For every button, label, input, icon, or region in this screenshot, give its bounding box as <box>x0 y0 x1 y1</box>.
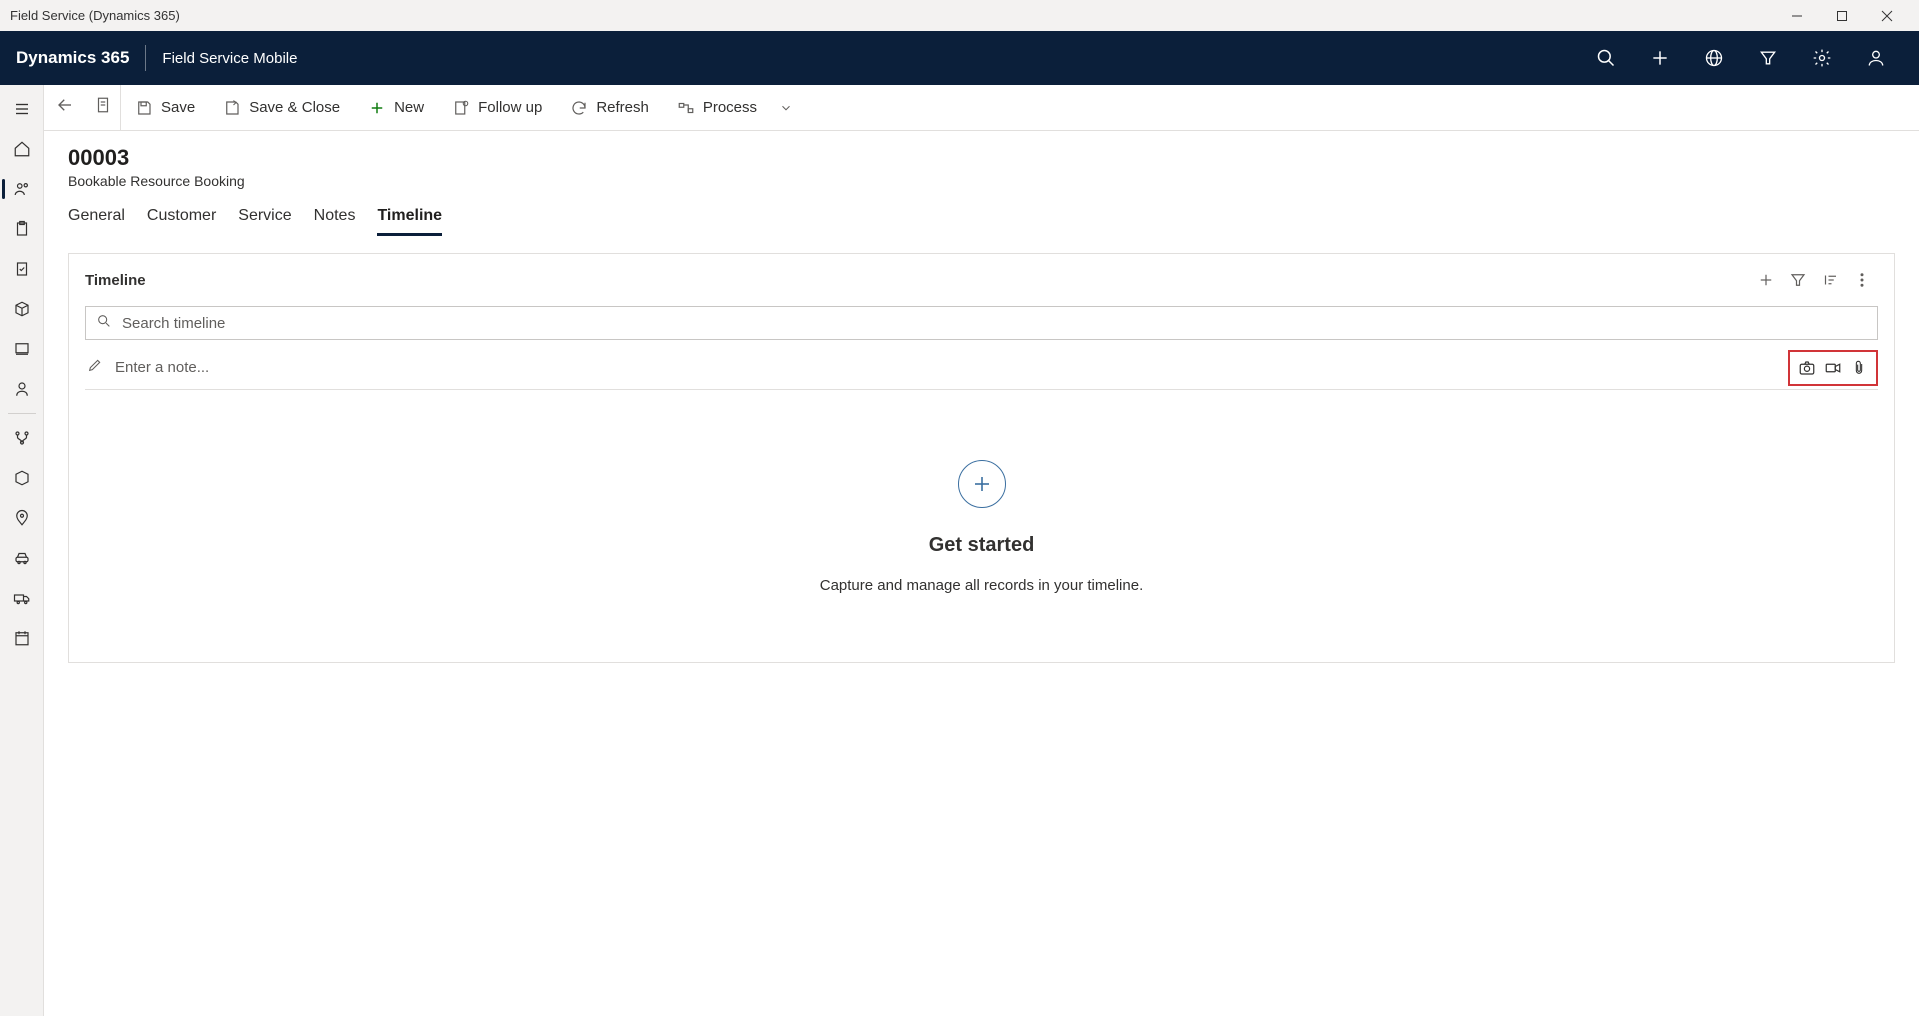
new-button[interactable]: New <box>354 85 438 130</box>
window-titlebar: Field Service (Dynamics 365) <box>0 0 1919 31</box>
filter-icon[interactable] <box>1741 31 1795 85</box>
main: Save Save & Close New Follow up Refresh … <box>0 85 1919 1016</box>
save-button[interactable]: Save <box>121 85 209 130</box>
add-circle-button[interactable] <box>958 460 1006 508</box>
clipboard-icon[interactable] <box>0 209 44 249</box>
new-label: New <box>394 99 424 116</box>
refresh-button[interactable]: Refresh <box>556 85 663 130</box>
branch-icon[interactable] <box>0 418 44 458</box>
camera-icon[interactable] <box>1796 357 1818 379</box>
more-commands[interactable] <box>771 85 801 130</box>
clipboard-check-icon[interactable] <box>0 249 44 289</box>
calendar-icon[interactable] <box>0 618 44 658</box>
paperclip-icon[interactable] <box>1848 357 1870 379</box>
timeline-panel: Timeline <box>68 253 1895 663</box>
empty-title: Get started <box>929 534 1035 557</box>
window-maximize[interactable] <box>1819 0 1864 31</box>
empty-state: Get started Capture and manage all recor… <box>69 390 1894 594</box>
app-name: Field Service Mobile <box>162 50 297 67</box>
process-button[interactable]: Process <box>663 85 771 130</box>
sort-icon[interactable] <box>1814 264 1846 296</box>
cube-icon[interactable] <box>0 458 44 498</box>
tab-customer[interactable]: Customer <box>147 207 216 236</box>
save-close-label: Save & Close <box>249 99 340 116</box>
panel-title: Timeline <box>85 272 146 289</box>
save-close-button[interactable]: Save & Close <box>209 85 354 130</box>
tab-service[interactable]: Service <box>238 207 291 236</box>
search-icon <box>96 313 112 334</box>
add-icon[interactable] <box>1633 31 1687 85</box>
follow-up-label: Follow up <box>478 99 542 116</box>
form-selector-icon[interactable] <box>94 96 112 119</box>
follow-up-button[interactable]: Follow up <box>438 85 556 130</box>
gear-icon[interactable] <box>1795 31 1849 85</box>
video-icon[interactable] <box>1822 357 1844 379</box>
search-timeline[interactable] <box>85 306 1878 340</box>
pin-icon[interactable] <box>0 498 44 538</box>
app-header: Dynamics 365 Field Service Mobile <box>0 31 1919 85</box>
panel-wrap: Timeline <box>44 237 1919 1016</box>
truck-icon[interactable] <box>0 578 44 618</box>
save-label: Save <box>161 99 195 116</box>
empty-subtitle: Capture and manage all records in your t… <box>820 577 1144 594</box>
nav-rail <box>0 85 44 1016</box>
process-label: Process <box>703 99 757 116</box>
record-id: 00003 <box>68 145 1895 171</box>
record-entity: Bookable Resource Booking <box>68 173 1895 189</box>
tab-general[interactable]: General <box>68 207 125 236</box>
back-button[interactable] <box>56 96 74 119</box>
hamburger-icon[interactable] <box>0 89 44 129</box>
window-close[interactable] <box>1864 0 1909 31</box>
tab-timeline[interactable]: Timeline <box>377 207 442 236</box>
divider <box>145 45 146 71</box>
refresh-label: Refresh <box>596 99 649 116</box>
nav-group <box>48 85 121 130</box>
panel-header: Timeline <box>69 254 1894 300</box>
window-title: Field Service (Dynamics 365) <box>10 8 180 23</box>
filter-records-icon[interactable] <box>1782 264 1814 296</box>
command-bar: Save Save & Close New Follow up Refresh … <box>44 85 1919 131</box>
brand: Dynamics 365 <box>16 48 129 68</box>
box-icon[interactable] <box>0 289 44 329</box>
globe-icon[interactable] <box>1687 31 1741 85</box>
user-icon[interactable] <box>1849 31 1903 85</box>
add-record-icon[interactable] <box>1750 264 1782 296</box>
window-minimize[interactable] <box>1774 0 1819 31</box>
note-input[interactable] <box>113 358 1778 377</box>
car-icon[interactable] <box>0 538 44 578</box>
pencil-icon <box>87 357 103 378</box>
tabs: General Customer Service Notes Timeline <box>44 189 1919 237</box>
home-icon[interactable] <box>0 129 44 169</box>
tab-notes[interactable]: Notes <box>314 207 356 236</box>
rail-separator <box>8 413 36 414</box>
people-icon[interactable] <box>0 169 44 209</box>
device-icon[interactable] <box>0 329 44 369</box>
note-row <box>85 346 1878 390</box>
content: Save Save & Close New Follow up Refresh … <box>44 85 1919 1016</box>
attachment-toolbar <box>1788 350 1878 386</box>
search-icon[interactable] <box>1579 31 1633 85</box>
search-input[interactable] <box>120 314 1867 333</box>
person-icon[interactable] <box>0 369 44 409</box>
page-header: 00003 Bookable Resource Booking <box>44 131 1919 189</box>
more-icon[interactable] <box>1846 264 1878 296</box>
